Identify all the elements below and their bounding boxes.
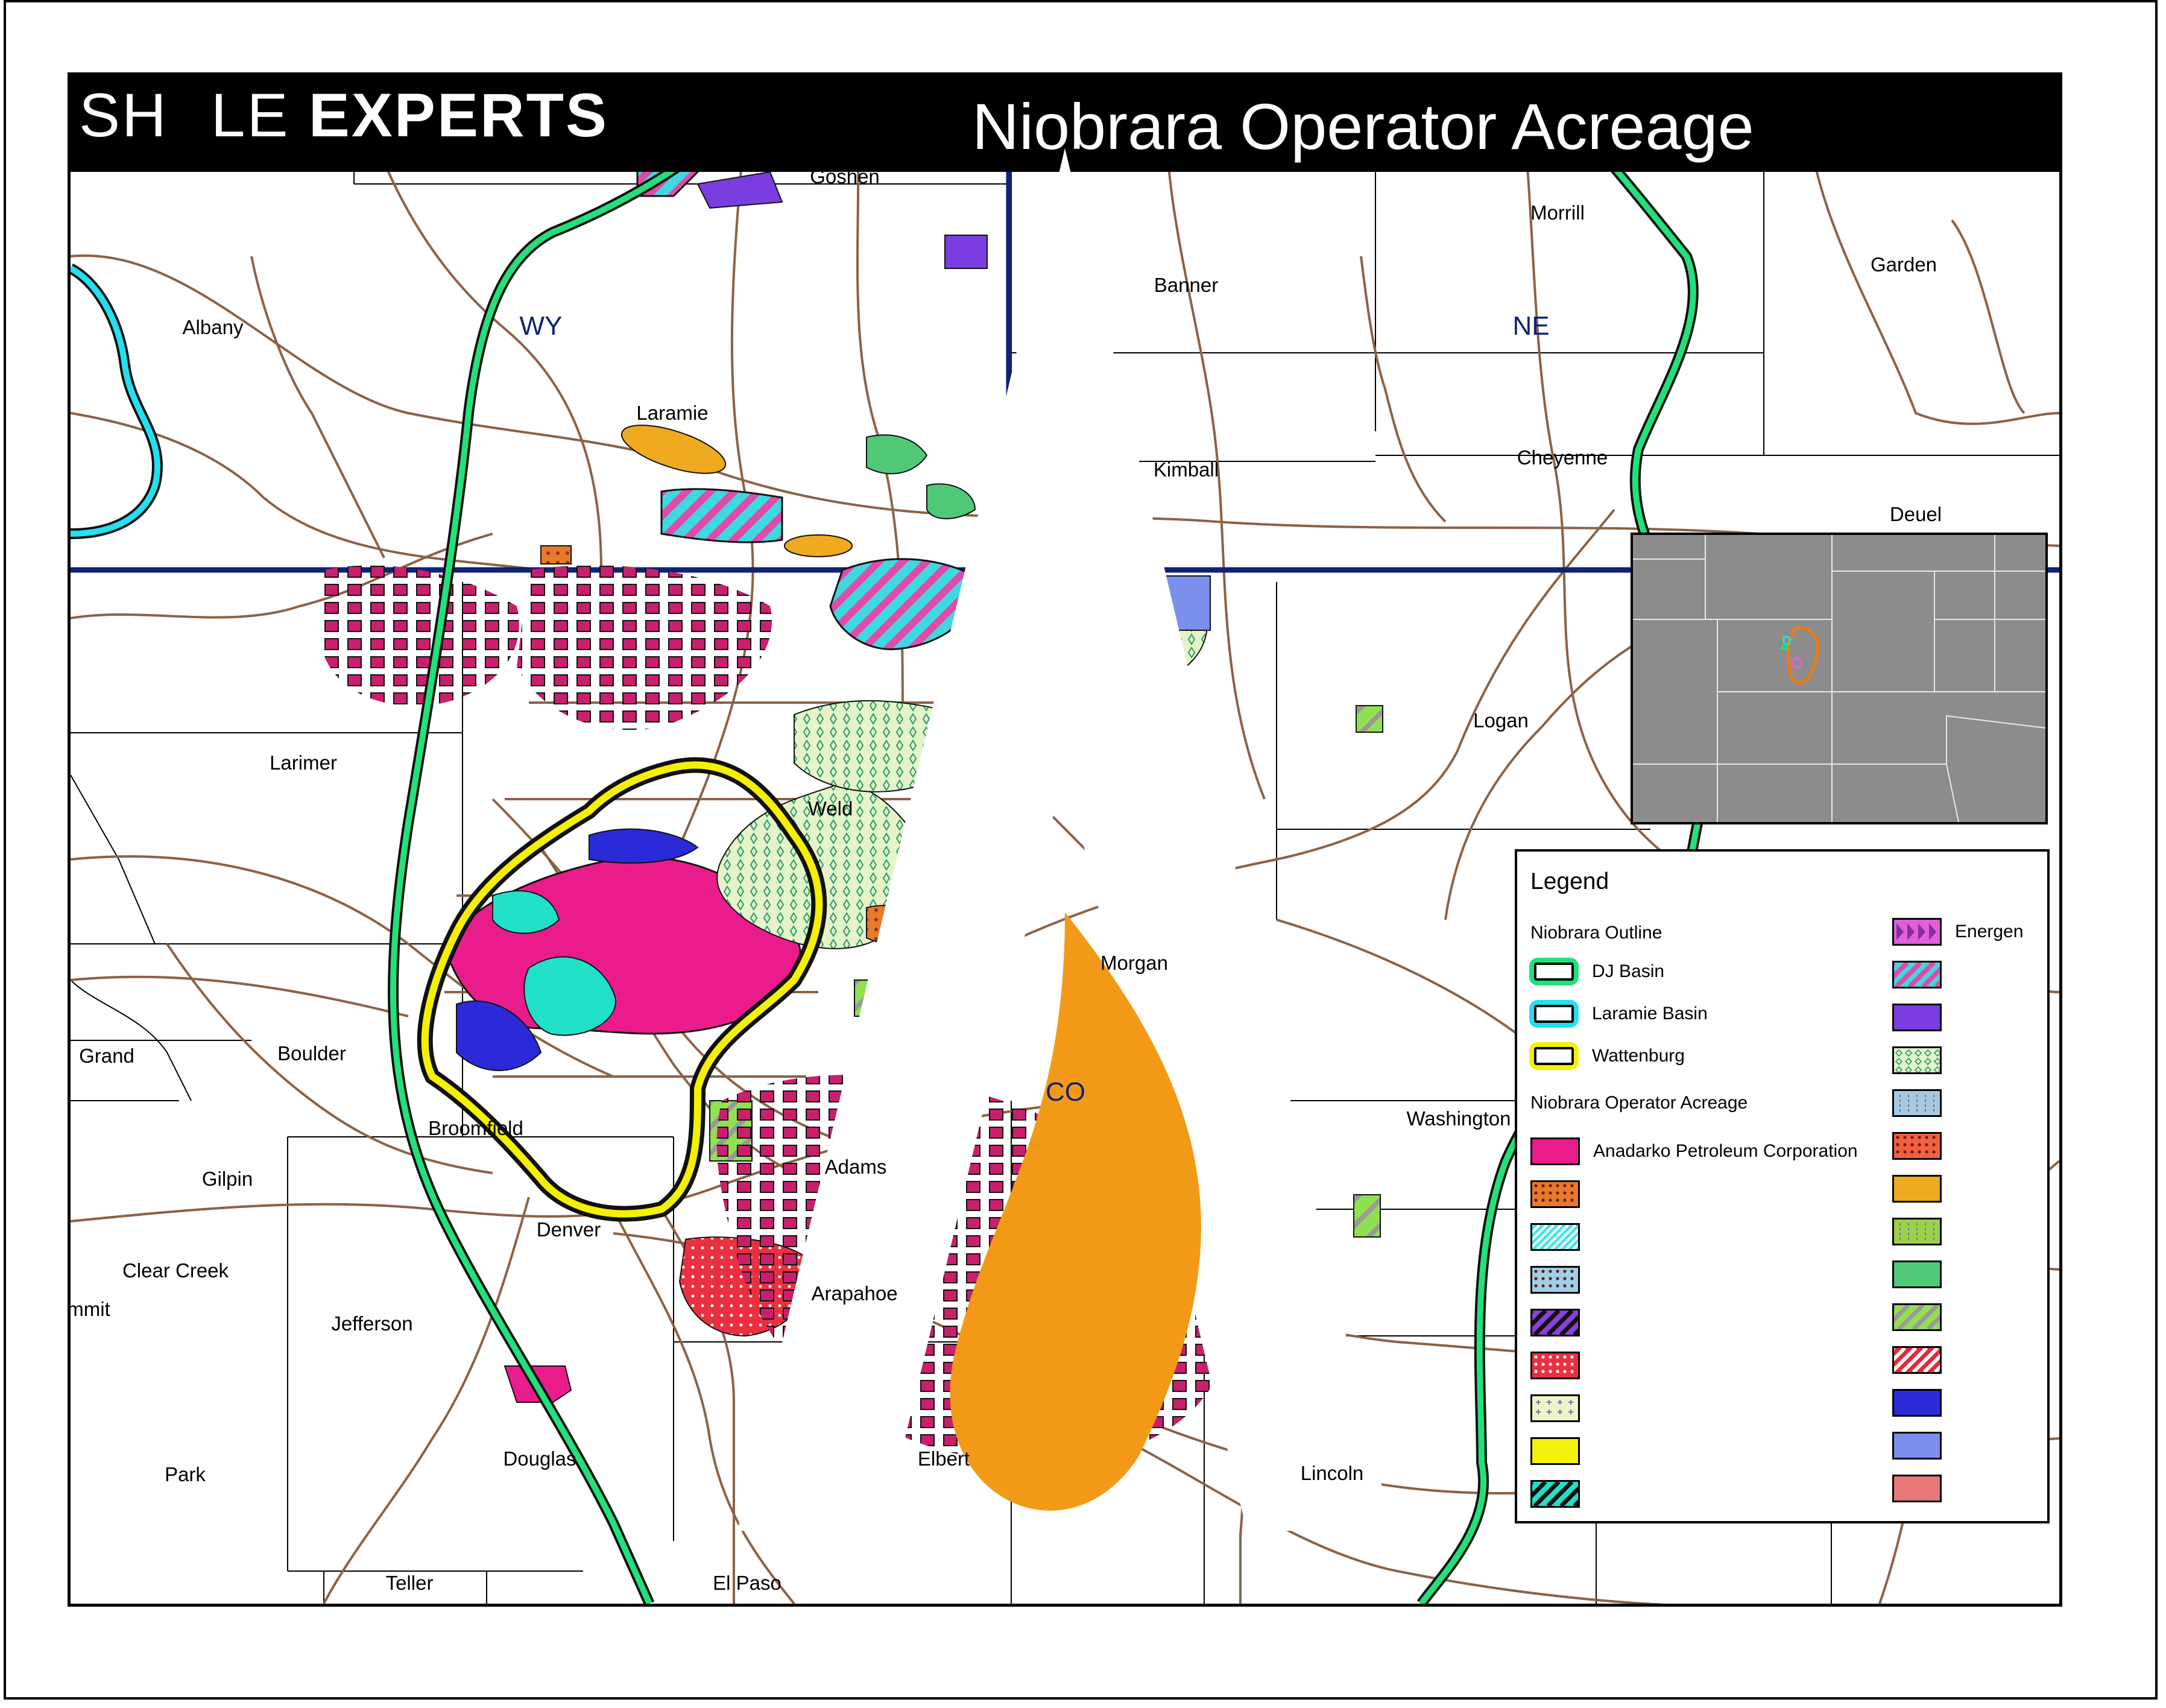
county-label: Deuel [1889,503,1942,525]
county-label: Weld [807,797,853,820]
state-label-wy: WY [519,311,563,341]
legend-swatch-icon [1530,1437,1580,1465]
map-title: Niobrara Operator Acreage [972,90,1754,163]
legend-item [1892,1132,2059,1161]
legend-swatch-icon [1530,1180,1580,1208]
legend-swatch-icon [1530,1309,1580,1336]
legend-swatch-icon [1892,1218,1942,1245]
county-label: Laramie [636,402,709,424]
county-label: Morrill [1530,201,1585,224]
county-label: Park [165,1463,206,1485]
legend-item [1892,1303,2059,1332]
legend-outline-heading: Niobrara Outline [1530,923,1662,943]
legend-swatch-icon [1892,1132,1942,1160]
county-label: Larimer [270,751,337,774]
legend-item [1892,1475,2059,1504]
legend-swatch-icon [1530,1137,1580,1165]
legend-item [1892,1004,2059,1033]
legend-item [1892,1389,2059,1418]
legend-swatch-icon [1892,1432,1942,1460]
map-panel[interactable]: SHALE EXPERTS Niobrara Operator Acreage … [68,72,2062,1607]
county-label: Teller [385,1572,434,1594]
legend-heading: Legend [1530,868,1609,894]
county-label: Washington [1406,1107,1511,1130]
legend-item [1530,1394,1784,1423]
legend-outline-laramie-basin: Laramie Basin [1529,1000,1710,1029]
state-label-ne: NE [1512,311,1550,341]
county-label: Clear Creek [122,1259,229,1282]
legend-label: Laramie Basin [1592,1004,1708,1023]
legend-swatch-icon [1892,1346,1942,1374]
county-label: Jefferson [331,1312,413,1335]
legend-swatch-icon [1892,1389,1942,1417]
legend-swatch-icon [1530,1480,1580,1508]
legend-item [1530,1480,1784,1509]
county-label: Arapahoe [811,1282,898,1305]
legend-item [1530,1309,1784,1338]
county-label: Garden [1870,253,1937,276]
legend-swatch-icon [1530,1266,1580,1294]
legend-swatch-icon [1892,1303,1942,1331]
county-label: Banner [1154,274,1219,296]
legend-swatch-icon [1892,1260,1942,1288]
legend-swatch-icon [1892,918,1942,946]
county-label: mmit [68,1298,110,1320]
wattenburg-swatch [1529,1042,1579,1070]
legend-outline-dj-basin: DJ Basin [1529,958,1710,987]
legend-swatch-icon [1892,1046,1942,1074]
county-label: Douglas [503,1447,576,1470]
legend-swatch-icon [1530,1352,1580,1379]
legend-acreage-heading: Niobrara Operator Acreage [1530,1093,1748,1113]
legend-label: Wattenburg [1592,1046,1685,1066]
legend-item [1892,1046,2059,1075]
legend-item [1892,1175,2059,1204]
legend-swatch-icon [1530,1394,1580,1422]
legend-item [1530,1180,1784,1209]
legend-item [1892,1218,2059,1247]
legend-item [1530,1223,1784,1252]
legend-swatch-icon [1892,1175,1942,1203]
county-label: Grand [79,1045,134,1067]
legend-item [1530,1352,1784,1381]
county-label: Kimball [1153,458,1219,481]
legend-item [1530,1266,1784,1295]
legend-item-label: Energen [1955,922,2024,941]
county-label: Boulder [277,1042,346,1064]
locator-inset-map[interactable] [1631,533,2048,824]
legend-item: Energen [1892,918,2059,947]
legend-swatch-icon [1892,961,1942,988]
county-label: Gilpin [201,1168,253,1190]
legend-item [1892,1260,2059,1289]
legend-item [1892,1089,2059,1118]
state-label-co: CO [1046,1077,1085,1107]
legend-item-label: Anadarko Petroleum Corporation [1593,1141,1858,1161]
county-label: Goshen [810,165,880,188]
legend-swatch-icon [1892,1475,1942,1502]
legend-label: DJ Basin [1592,961,1665,981]
legend-outline-wattenburg: Wattenburg [1529,1042,1710,1071]
legend-item [1892,1432,2059,1461]
county-label: Albany [182,316,244,338]
title-bar: SHALE EXPERTS Niobrara Operator Acreage [71,75,2059,1531]
legend-item [1530,1437,1784,1466]
laramie-basin-swatch [1529,1000,1579,1028]
legend-item: Anadarko Petroleum Corporation [1530,1137,1858,1166]
map-legend: Legend Niobrara Outline DJ Basin Laramie… [1515,849,2050,1523]
legend-swatch-icon [1530,1223,1580,1251]
legend-item [1892,961,2059,990]
county-label: Logan [1473,709,1529,732]
legend-item [1892,1346,2059,1375]
county-label: Denver [536,1218,601,1241]
county-label: Elbert [917,1447,970,1470]
county-label: Cheyenne [1517,446,1608,469]
legend-swatch-icon [1892,1089,1942,1117]
county-label: Adams [824,1156,887,1178]
county-label: Lincoln [1300,1462,1364,1484]
locator-map-svg [1633,535,2045,822]
county-label: Broomfield [428,1117,523,1139]
county-label: Morgan [1100,952,1168,974]
dj-basin-swatch [1529,958,1579,985]
county-label: El Paso [713,1572,781,1594]
legend-swatch-icon [1892,1004,1942,1031]
